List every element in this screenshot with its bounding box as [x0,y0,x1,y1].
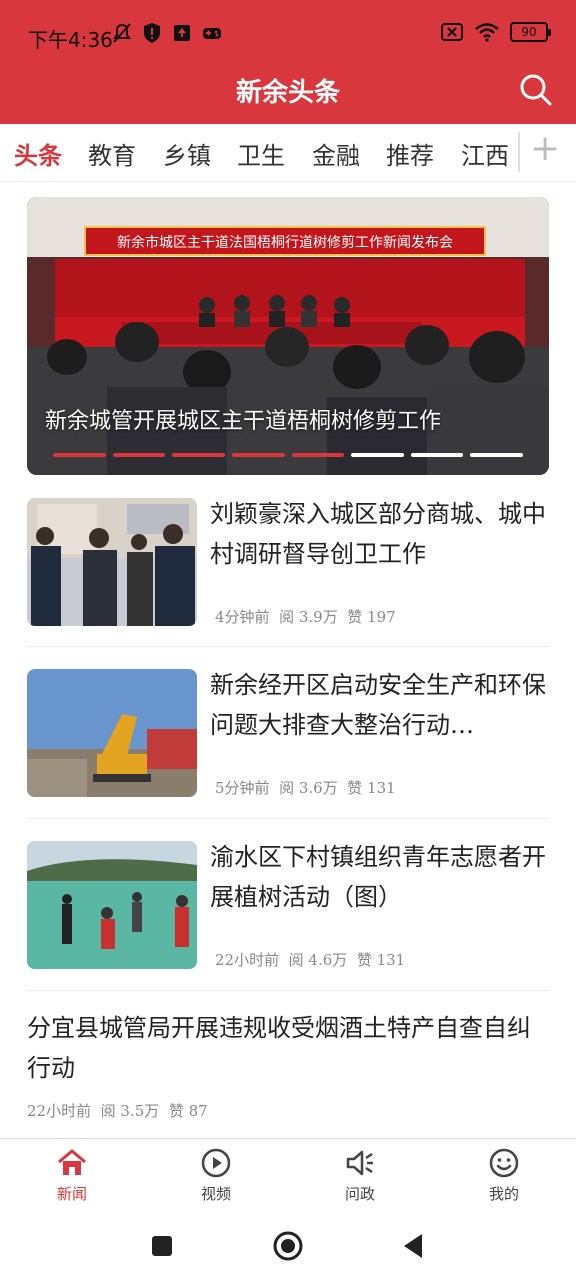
nav-mine-label: 我的 [488,1185,519,1203]
banner-backdrop-text: 新余市城区主干道法国梧桐行道树修剪工作新闻发布会 [117,234,453,251]
news-time: 5分钟前 [215,779,270,797]
news-meta: 5分钟前 阅 3.6万 赞 131 [215,777,396,798]
system-nav-bar [0,1216,576,1280]
status-icons [112,22,222,44]
carousel-dot[interactable] [291,453,345,457]
gamepad-icon [203,28,221,39]
nav-video[interactable]: 视频 [176,1147,256,1204]
news-reads: 阅 3.5万 [100,1102,160,1120]
nav-mine[interactable]: 我的 [464,1147,544,1204]
carousel-dot[interactable] [53,453,106,457]
news-meta: 4分钟前 阅 3.9万 赞 197 [215,606,396,627]
nav-video-label: 视频 [200,1185,231,1203]
tab-recommend[interactable]: 推荐 [386,136,434,171]
divider [27,990,549,991]
carousel-dot[interactable] [351,453,404,457]
news-likes: 赞 131 [347,779,396,797]
news-likes: 赞 131 [356,951,406,969]
news-title: 新余经开区启动安全生产和环保问题大排查大整治行动… [210,671,546,739]
news-title: 渝水区下村镇组织青年志愿者开展植树活动（图） [210,843,546,911]
news-time: 22小时前 [215,951,280,969]
carousel-dot[interactable] [470,453,523,457]
news-thumbnail [27,841,197,969]
app-header: 下午4:36 90 新余头条 [0,0,576,124]
upload-icon [174,25,190,41]
news-item[interactable]: 刘颖豪深入城区部分商城、城中村调研督导创卫工作 4分钟前 阅 3.9万 赞 19… [27,498,549,628]
status-time: 下午4:36 [28,28,113,52]
news-meta: 22小时前 阅 3.5万 赞 87 [27,1100,208,1121]
home-button-icon[interactable] [272,1230,304,1262]
carousel-dot[interactable] [410,453,464,457]
bottom-nav: 新闻 视频 问政 我的 [0,1138,576,1216]
channel-tabs: 头条 教育 乡镇 卫生 金融 推荐 江西 [0,124,576,182]
status-right: 90 [440,22,551,42]
tab-toutiao[interactable]: 头条 [14,136,62,171]
news-item[interactable]: 新余经开区启动安全生产和环保问题大排查大整治行动… 5分钟前 阅 3.6万 赞 … [27,669,549,799]
wifi-icon [475,23,499,42]
carousel-dot[interactable] [231,453,285,457]
nav-inquiry-label: 问政 [344,1185,375,1203]
news-item[interactable]: 分宜县城管局开展违规收受烟酒土特产自查自纠行动 22小时前 阅 3.5万 赞 8… [27,1008,549,1126]
news-likes: 赞 197 [347,608,396,626]
page-title: 新余头条 [235,78,340,108]
smiley-icon [489,1148,519,1178]
play-icon [201,1148,231,1178]
news-title: 刘颖豪深入城区部分商城、城中村调研督导创卫工作 [210,500,546,568]
carousel-dot[interactable] [172,453,225,457]
shield-icon [144,23,160,43]
news-reads: 阅 4.6万 [288,951,348,969]
tab-health[interactable]: 卫生 [237,136,285,171]
search-icon[interactable] [516,70,556,110]
divider [27,818,549,819]
news-meta: 22小时前 阅 4.6万 赞 131 [215,949,405,970]
news-likes: 赞 87 [168,1102,208,1120]
megaphone-icon [346,1150,373,1176]
no-sim-icon [441,23,463,41]
news-time: 4分钟前 [215,608,270,626]
recents-icon[interactable] [150,1234,174,1258]
headline-banner[interactable]: 新余市城区主干道法国梧桐行道树修剪工作新闻发布会 新余城管开展城区主干道梧桐树修… [27,197,549,475]
news-thumbnail [27,669,197,797]
banner-caption: 新余城管开展城区主干道梧桐树修剪工作 [45,409,442,434]
news-reads: 阅 3.6万 [279,779,338,797]
divider [27,646,549,647]
tab-township[interactable]: 乡镇 [163,136,211,171]
status-bar: 下午4:36 90 [0,0,576,72]
news-item[interactable]: 渝水区下村镇组织青年志愿者开展植树活动（图） 22小时前 阅 4.6万 赞 13… [27,841,549,971]
news-time: 22小时前 [27,1102,92,1120]
tab-jiangxi[interactable]: 江西 [461,136,509,171]
carousel-dot[interactable] [112,453,166,457]
news-reads: 阅 3.9万 [279,608,338,626]
nav-news[interactable]: 新闻 [32,1147,112,1204]
nav-inquiry[interactable]: 问政 [320,1147,400,1204]
tab-finance[interactable]: 金融 [312,136,360,171]
battery-indicator: 90 [510,22,551,42]
home-icon [58,1149,86,1175]
back-icon[interactable] [400,1232,426,1260]
add-channel-button[interactable]: + [530,130,560,170]
news-title: 分宜县城管局开展违规收受烟酒土特产自查自纠行动 [27,1014,531,1082]
tab-education[interactable]: 教育 [88,136,136,171]
mute-bell-icon [113,23,131,43]
tab-divider [518,132,520,172]
news-thumbnail [27,498,197,626]
nav-news-label: 新闻 [56,1185,87,1203]
carousel-indicator[interactable] [53,453,523,457]
